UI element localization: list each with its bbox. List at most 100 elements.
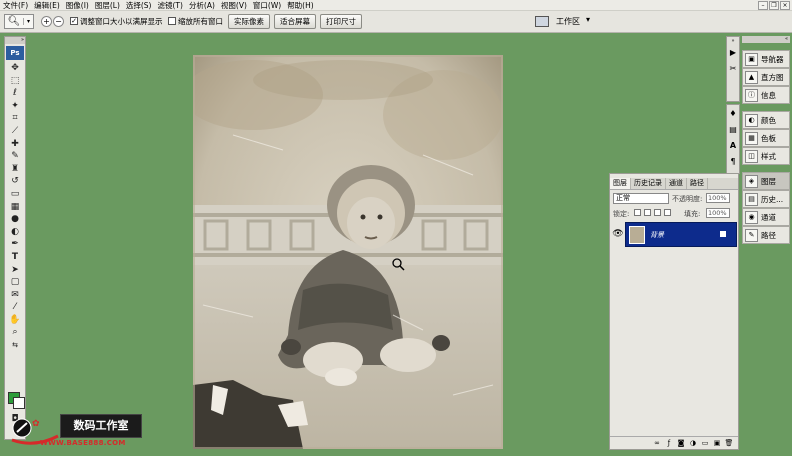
- tab-paths[interactable]: 路径: [687, 178, 708, 189]
- hand-tool-icon[interactable]: ✋: [5, 314, 25, 327]
- menu-image[interactable]: 图像(I): [63, 0, 92, 11]
- layer-mask-icon[interactable]: ◙: [676, 437, 686, 449]
- zoom-tool-icon[interactable]: ⌕: [5, 326, 25, 339]
- lock-pixels-icon[interactable]: [644, 209, 651, 216]
- dock-paths[interactable]: ✎ 路径: [742, 226, 790, 244]
- zoom-all-windows-checkbox[interactable]: [168, 17, 176, 25]
- pen-tool-icon[interactable]: ✒: [5, 238, 25, 251]
- menu-layer[interactable]: 图层(L): [92, 0, 123, 11]
- marquee-tool-icon[interactable]: ⬚: [5, 75, 25, 88]
- slice-tool-icon[interactable]: ⟋: [5, 125, 25, 138]
- tab-layers[interactable]: 图层: [610, 178, 631, 189]
- adjustment-layer-icon[interactable]: ◑: [688, 437, 698, 449]
- character-icon[interactable]: A: [727, 139, 739, 153]
- layer-row-background[interactable]: 背景: [625, 222, 737, 247]
- dodge-tool-icon[interactable]: ◐: [5, 226, 25, 239]
- lock-all-icon[interactable]: [664, 209, 671, 216]
- magic-wand-tool-icon[interactable]: ✦: [5, 100, 25, 113]
- swap-colors-icon[interactable]: ⇆: [5, 339, 25, 352]
- layer-lock-icon: [720, 231, 726, 237]
- zoom-in-icon[interactable]: +: [41, 16, 52, 27]
- dock-icons-group-2: ♦ ▤ A ¶: [726, 104, 740, 174]
- type-tool-icon[interactable]: T: [5, 251, 25, 264]
- dock-channels[interactable]: ◉ 通道: [742, 208, 790, 226]
- dock-histogram[interactable]: ▲ 直方图: [742, 68, 790, 86]
- dock-swatches[interactable]: ▦ 色板: [742, 129, 790, 147]
- workspace-icon[interactable]: [535, 16, 549, 27]
- background-color-swatch[interactable]: [13, 397, 25, 409]
- gradient-tool-icon[interactable]: ▦: [5, 201, 25, 214]
- watermark-url: WWW.BASE888.COM: [40, 439, 126, 447]
- tab-channels[interactable]: 通道: [666, 178, 687, 189]
- menu-select[interactable]: 选择(S): [123, 0, 155, 11]
- tools-preset-icon[interactable]: ✂: [727, 62, 739, 76]
- panel-collapse-icon[interactable]: »: [5, 37, 25, 44]
- actual-pixels-button[interactable]: 实际像素: [228, 14, 270, 29]
- workspace-dropdown-icon[interactable]: ▾: [586, 15, 590, 24]
- crop-tool-icon[interactable]: ⌗: [5, 112, 25, 125]
- restore-icon[interactable]: ❐: [769, 1, 779, 10]
- lock-transparency-icon[interactable]: [634, 209, 641, 216]
- dock-history[interactable]: ▤ 历史...: [742, 190, 790, 208]
- clone-source-icon[interactable]: ▤: [727, 123, 739, 137]
- zoom-out-icon[interactable]: −: [53, 16, 64, 27]
- clone-stamp-tool-icon[interactable]: ♜: [5, 163, 25, 176]
- watermark-title: 数码工作室: [60, 414, 142, 438]
- dock-layers[interactable]: ◈ 图层: [742, 172, 790, 190]
- menu-analysis[interactable]: 分析(A): [186, 0, 218, 11]
- lasso-tool-icon[interactable]: ℓ: [5, 87, 25, 100]
- document-canvas[interactable]: [193, 55, 503, 449]
- menu-window[interactable]: 窗口(W): [250, 0, 284, 11]
- opacity-field[interactable]: 100%: [706, 193, 730, 203]
- close-icon[interactable]: ×: [780, 1, 790, 10]
- layer-style-icon[interactable]: ƒ: [664, 437, 674, 449]
- fit-screen-button[interactable]: 适合屏幕: [274, 14, 316, 29]
- tools-panel: » Ps ✥ ⬚ ℓ ✦ ⌗ ⟋ ✚ ✎ ♜ ↺ ▭ ▦ ● ◐ ✒ T ➤ ▢…: [4, 36, 26, 440]
- blend-mode-select[interactable]: 正常: [613, 193, 669, 204]
- link-layers-icon[interactable]: ∞: [652, 437, 662, 449]
- color-icon: ◐: [745, 113, 758, 127]
- lock-position-icon[interactable]: [654, 209, 661, 216]
- menu-file[interactable]: 文件(F): [0, 0, 31, 11]
- brush-tool-icon[interactable]: ✎: [5, 150, 25, 163]
- delete-layer-icon[interactable]: 🗑︎: [724, 437, 734, 449]
- menu-filter[interactable]: 滤镜(T): [155, 0, 186, 11]
- paragraph-icon[interactable]: ¶: [727, 155, 739, 169]
- healing-brush-tool-icon[interactable]: ✚: [5, 138, 25, 151]
- new-layer-icon[interactable]: ▣: [712, 437, 722, 449]
- workspace-label[interactable]: 工作区: [556, 16, 580, 27]
- dock-info[interactable]: ⓘ 信息: [742, 86, 790, 104]
- menu-edit[interactable]: 编辑(E): [31, 0, 63, 11]
- zoom-all-windows-label: 缩放所有窗口: [178, 17, 223, 26]
- play-icon[interactable]: ▶: [727, 46, 739, 60]
- minimize-icon[interactable]: –: [758, 1, 768, 10]
- fill-field[interactable]: 100%: [706, 208, 730, 218]
- brushes-icon[interactable]: ♦: [727, 107, 739, 121]
- path-selection-tool-icon[interactable]: ➤: [5, 264, 25, 277]
- options-bar: 🔍︎ ▾ + − ✓ 调整窗口大小以满屏显示 缩放所有窗口 实际像素 适合屏幕 …: [0, 11, 792, 33]
- dock-navigator[interactable]: ▣ 导航器: [742, 50, 790, 68]
- shape-tool-icon[interactable]: ▢: [5, 276, 25, 289]
- menu-view[interactable]: 视图(V): [218, 0, 250, 11]
- dock-collapse-icon[interactable]: «: [742, 36, 790, 43]
- move-tool-icon[interactable]: ✥: [5, 62, 25, 75]
- notes-tool-icon[interactable]: ✉: [5, 289, 25, 302]
- blur-tool-icon[interactable]: ●: [5, 213, 25, 226]
- dock-icons-group-1: » ▶ ✂: [726, 36, 740, 102]
- menu-help[interactable]: 帮助(H): [284, 0, 317, 11]
- eraser-tool-icon[interactable]: ▭: [5, 188, 25, 201]
- tab-history[interactable]: 历史记录: [631, 178, 666, 189]
- history-brush-tool-icon[interactable]: ↺: [5, 175, 25, 188]
- layer-visibility-eye-icon[interactable]: 👁︎: [612, 229, 624, 239]
- resize-windows-label: 调整窗口大小以满屏显示: [80, 17, 163, 26]
- resize-windows-checkbox[interactable]: ✓: [70, 17, 78, 25]
- dock-color[interactable]: ◐ 颜色: [742, 111, 790, 129]
- print-size-button[interactable]: 打印尺寸: [320, 14, 362, 29]
- new-group-icon[interactable]: ▭: [700, 437, 710, 449]
- tool-preset-picker[interactable]: 🔍︎ ▾: [4, 14, 34, 29]
- dock-styles[interactable]: ◫ 样式: [742, 147, 790, 165]
- fill-label: 填充:: [684, 210, 701, 218]
- old-photo-image: [193, 55, 503, 449]
- dock-grip-icon[interactable]: »: [727, 39, 739, 44]
- eyedropper-tool-icon[interactable]: ⁄: [5, 301, 25, 314]
